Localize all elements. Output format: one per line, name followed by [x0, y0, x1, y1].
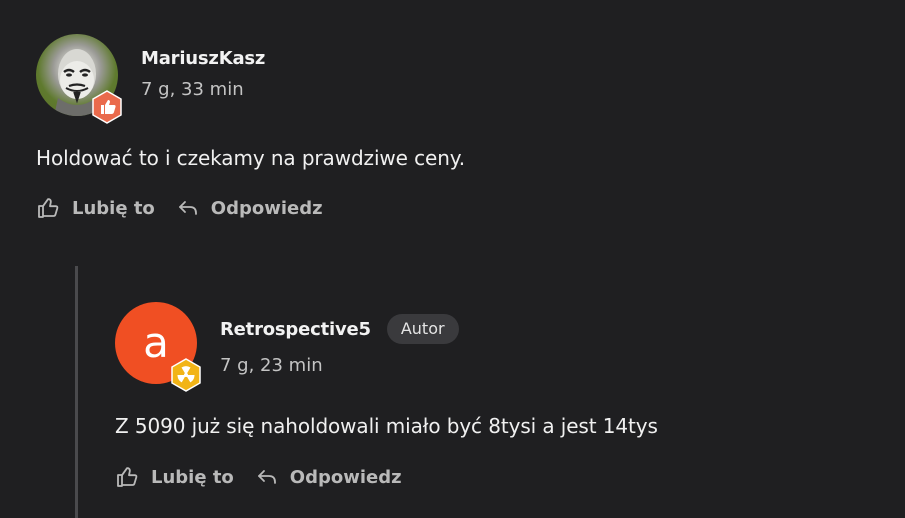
comment-meta: MariuszKasz 7 g, 33 min	[141, 34, 265, 100]
timestamp[interactable]: 7 g, 23 min	[220, 355, 459, 376]
username[interactable]: Retrospective5	[220, 319, 371, 340]
reply-label: Odpowiedz	[289, 466, 402, 488]
reply-header: a Retrospective5 Autor 7 g, 23 min	[115, 302, 895, 392]
avatar-container[interactable]	[36, 34, 122, 124]
reply-label: Odpowiedz	[210, 197, 323, 219]
like-label: Lubię to	[151, 466, 234, 488]
like-button[interactable]: Lubię to	[36, 196, 155, 220]
radiation-badge-icon	[171, 358, 201, 392]
like-button[interactable]: Lubię to	[115, 465, 234, 489]
avatar-container[interactable]: a	[115, 302, 201, 392]
comment-header: MariuszKasz 7 g, 33 min	[36, 34, 896, 124]
thumbs-up-badge-icon	[92, 90, 122, 124]
thumbs-up-icon	[38, 198, 59, 218]
thumbs-up-icon	[117, 467, 138, 487]
comment: MariuszKasz 7 g, 33 min Holdować to i cz…	[36, 34, 896, 220]
author-badge: Autor	[386, 314, 459, 344]
like-label: Lubię to	[72, 197, 155, 219]
name-row: Retrospective5 Autor	[220, 314, 459, 344]
thread-line[interactable]	[75, 266, 78, 518]
reply-arrow-icon	[257, 470, 276, 484]
name-row: MariuszKasz	[141, 48, 265, 69]
reply-button[interactable]: Odpowiedz	[256, 466, 402, 488]
reply-actions: Lubię to Odpowiedz	[115, 465, 895, 489]
reply-meta: Retrospective5 Autor 7 g, 23 min	[220, 302, 459, 376]
comment-actions: Lubię to Odpowiedz	[36, 196, 896, 220]
timestamp[interactable]: 7 g, 33 min	[141, 79, 265, 100]
reply-button[interactable]: Odpowiedz	[177, 197, 323, 219]
reply-arrow-icon	[178, 201, 197, 215]
reply-text: Z 5090 już się naholdowali miało być 8ty…	[115, 414, 658, 438]
username[interactable]: MariuszKasz	[141, 48, 265, 69]
comment-thread: MariuszKasz 7 g, 33 min Holdować to i cz…	[0, 0, 905, 518]
comment-text: Holdować to i czekamy na prawdziwe ceny.	[36, 146, 465, 170]
avatar-letter: a	[143, 318, 169, 367]
reply-comment: a Retrospective5 Autor 7 g, 23 min Z 509…	[115, 302, 895, 489]
